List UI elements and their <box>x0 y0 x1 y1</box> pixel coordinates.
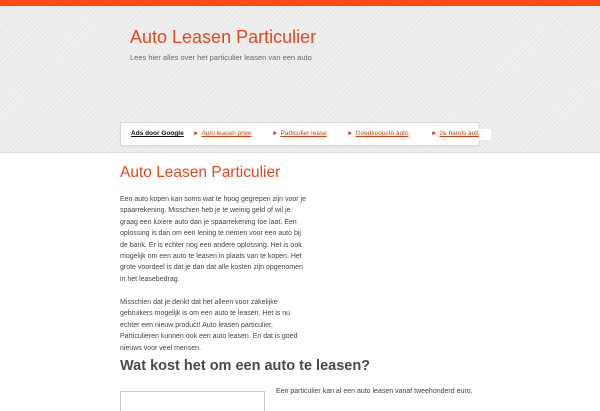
ad-link-label: Auto leasen prive <box>201 130 252 137</box>
arrow-right-icon: ► <box>431 130 438 137</box>
article-paragraph: Een auto kopen kan soms wat te hoog gegr… <box>120 196 307 283</box>
site-tagline: Lees hier alles over het particulier lea… <box>130 53 312 62</box>
arrow-right-icon: ► <box>347 130 354 137</box>
article-paragraph: Misschien dat je denkt dat het alleen vo… <box>120 299 298 352</box>
arrow-right-icon: ► <box>272 130 279 137</box>
ad-link-auto-leasen-prive[interactable]: ► Auto leasen prive <box>193 130 252 137</box>
section-heading: Wat kost het om een auto te leasen? <box>120 358 371 374</box>
ad-bar-overflow <box>479 129 491 140</box>
article-image <box>120 391 265 411</box>
ad-link-label: 2e hands auto <box>439 130 481 137</box>
ads-by-google-label[interactable]: Ads door Google <box>131 130 184 137</box>
page-title: Auto Leasen Particulier <box>120 164 281 181</box>
ad-link-label: Particulier lease <box>280 130 327 137</box>
ad-link-2e-hands-auto[interactable]: ► 2e hands auto <box>431 130 481 137</box>
arrow-right-icon: ► <box>193 130 200 137</box>
section-text: Een particulier kan al een auto leasen v… <box>276 388 473 395</box>
main-content: Auto Leasen Particulier Een auto kopen k… <box>120 164 320 352</box>
ad-link-label: Goedkoopste auto <box>355 130 409 137</box>
site-title[interactable]: Auto Leasen Particulier <box>130 27 316 48</box>
ad-link-goedkoopste-auto[interactable]: ► Goedkoopste auto <box>347 130 409 137</box>
site-header: Auto Leasen Particulier Lees hier alles … <box>0 6 600 153</box>
ad-link-particulier-lease[interactable]: ► Particulier lease <box>272 130 327 137</box>
google-ads-bar: Ads door Google ► Auto leasen prive ► Part… <box>120 122 481 146</box>
